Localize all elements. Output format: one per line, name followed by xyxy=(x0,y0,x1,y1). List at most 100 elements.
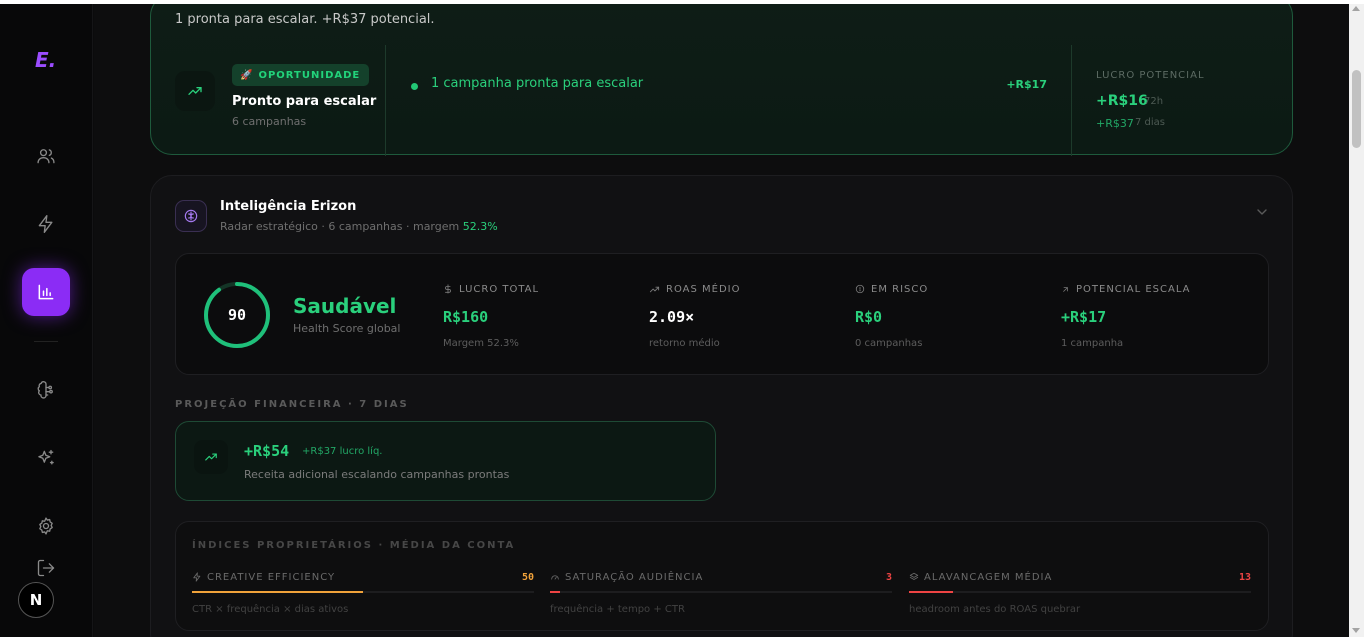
sidebar-item-users[interactable] xyxy=(22,132,70,180)
bar-chart-icon xyxy=(38,284,54,300)
opportunity-summary: 1 pronta para escalar. +R$37 potencial. xyxy=(175,12,435,27)
sidebar-item-intelligence[interactable] xyxy=(22,366,70,414)
sidebar-item-ai[interactable] xyxy=(22,434,70,482)
projection-value: +R$54 xyxy=(244,442,290,460)
health-label: Health Score global xyxy=(293,322,401,335)
index-name: SATURAÇÃO AUDIÊNCIA xyxy=(565,571,704,583)
users-icon xyxy=(37,149,55,164)
projection-label: PROJEÇÃO FINANCEIRA · 7 DIAS xyxy=(175,399,409,410)
main-content: 1 pronta para escalar. +R$37 potencial. … xyxy=(94,4,1349,637)
avatar[interactable]: N xyxy=(18,582,54,618)
potential-profit-secondary-period: 7 dias xyxy=(1135,117,1166,128)
arrow-up-right-icon xyxy=(1063,286,1068,292)
brain-icon xyxy=(184,209,198,223)
opportunity-badge-label: OPORTUNIDADE xyxy=(258,69,361,81)
proprietary-indices-panel: ÍNDICES PROPRIETÁRIOS · MÉDIA DA CONTA C… xyxy=(175,521,1269,631)
kpi-value: R$160 xyxy=(443,308,489,326)
kpi-value: R$0 xyxy=(855,308,883,326)
kpi-value: +R$17 xyxy=(1061,308,1107,326)
rocket-icon: 🚀 xyxy=(240,69,254,81)
layers-icon xyxy=(909,572,919,580)
potential-profit-period: 72h xyxy=(1144,96,1164,107)
opportunity-icon-box xyxy=(175,71,215,111)
alert-circle-icon xyxy=(855,284,865,294)
kpi-roas-medio: ROAS MÉDIO 2.09× retorno médio xyxy=(649,282,839,350)
intelligence-title: Inteligência Erizon xyxy=(220,199,357,214)
health-score-value: 90 xyxy=(227,306,247,324)
index-value: 50 xyxy=(521,571,534,583)
trend-up-icon xyxy=(188,87,202,95)
trend-up-icon xyxy=(205,453,217,461)
sidebar-item-logout[interactable] xyxy=(22,550,70,586)
opportunity-badge: 🚀 OPORTUNIDADE xyxy=(232,64,370,86)
index-name: CREATIVE EFFICIENCY xyxy=(207,571,336,583)
scrollbar-thumb[interactable] xyxy=(1352,70,1361,148)
intelligence-card: Inteligência Erizon Radar estratégico · … xyxy=(150,175,1293,637)
kpi-label: POTENCIAL ESCALA xyxy=(1076,283,1191,295)
sidebar: E. N xyxy=(0,4,93,637)
potential-profit-secondary: +R$37 xyxy=(1096,117,1134,130)
health-status: Saudável xyxy=(293,294,397,318)
kpi-sub: 0 campanhas xyxy=(855,338,923,349)
intelligence-margin: 52.3% xyxy=(462,220,498,233)
gauge-icon xyxy=(551,575,559,580)
settings-icon xyxy=(39,517,53,535)
kpi-sub: retorno médio xyxy=(649,338,720,349)
index-saturacao-audiencia: SATURAÇÃO AUDIÊNCIA 3 frequência + tempo… xyxy=(550,570,892,615)
scroll-down-arrow-icon[interactable] xyxy=(1352,628,1360,633)
kpi-sub: 1 campanha xyxy=(1061,338,1124,349)
kpi-em-risco: EM RISCO R$0 0 campanhas xyxy=(855,282,1045,350)
opportunity-title: Pronto para escalar xyxy=(232,94,377,109)
index-value: 13 xyxy=(1238,571,1251,583)
projection-description: Receita adicional escalando campanhas pr… xyxy=(244,468,510,481)
kpi-lucro-total: LUCRO TOTAL R$160 Margem 52.3% xyxy=(443,282,633,350)
sidebar-divider xyxy=(34,341,58,342)
index-fill xyxy=(909,591,954,593)
index-creative-efficiency: CREATIVE EFFICIENCY 50 CTR × frequência … xyxy=(192,570,534,615)
indices-label: ÍNDICES PROPRIETÁRIOS · MÉDIA DA CONTA xyxy=(192,540,516,551)
intelligence-subtitle: Radar estratégico · 6 campanhas · margem… xyxy=(220,220,498,233)
opportunity-subtitle: 6 campanhas xyxy=(232,115,307,128)
logout-icon xyxy=(37,559,55,577)
divider xyxy=(385,45,386,156)
index-track xyxy=(192,591,534,593)
projection-net-profit: +R$37 lucro líq. xyxy=(302,446,383,457)
index-fill xyxy=(550,591,561,593)
divider xyxy=(1071,45,1072,156)
opportunity-item-text[interactable]: 1 campanha pronta para escalar xyxy=(431,76,643,91)
index-description: CTR × frequência × dias ativos xyxy=(192,604,349,615)
zap-icon xyxy=(193,572,201,582)
sidebar-item-analytics[interactable] xyxy=(22,268,70,316)
index-track xyxy=(550,591,892,593)
opportunity-item-value: +R$17 xyxy=(1006,78,1047,91)
potential-profit-value: +R$16 xyxy=(1096,93,1148,109)
kpi-value: 2.09× xyxy=(649,308,695,326)
potential-profit-label: LUCRO POTENCIAL xyxy=(1096,70,1205,81)
page-scrollbar[interactable] xyxy=(1349,4,1364,637)
sparkles-icon xyxy=(38,449,54,465)
opportunity-card: 1 pronta para escalar. +R$37 potencial. … xyxy=(150,4,1293,156)
zap-icon xyxy=(38,215,53,233)
projection-card: +R$54 +R$37 lucro líq. Receita adicional… xyxy=(175,421,716,501)
index-track xyxy=(909,591,1251,593)
intelligence-subtitle-text: Radar estratégico · 6 campanhas · margem xyxy=(220,220,460,233)
index-description: headroom antes do ROAS quebrar xyxy=(909,604,1081,615)
index-fill xyxy=(192,591,363,593)
app-window: E. N 1 pronta para escalar. +R$37 potenc… xyxy=(0,0,1364,637)
index-alavancagem-media: ALAVANCAGEM MÉDIA 13 headroom antes do R… xyxy=(909,570,1251,615)
app-logo[interactable]: E. xyxy=(35,48,56,72)
status-dot xyxy=(411,83,418,90)
index-name: ALAVANCAGEM MÉDIA xyxy=(924,571,1053,583)
scroll-up-arrow-icon[interactable] xyxy=(1352,6,1360,11)
kpi-sub: Margem 52.3% xyxy=(443,338,519,349)
trend-up-icon xyxy=(649,286,660,292)
sidebar-item-settings[interactable] xyxy=(22,502,70,550)
index-description: frequência + tempo + CTR xyxy=(550,604,685,615)
kpi-label: ROAS MÉDIO xyxy=(666,283,741,295)
sidebar-item-automation[interactable] xyxy=(22,200,70,248)
health-score-panel: 90 Saudável Health Score global LUCRO TO… xyxy=(175,253,1269,375)
intelligence-icon-box xyxy=(175,200,207,232)
kpi-potencial-escala: POTENCIAL ESCALA +R$17 1 campanha xyxy=(1061,282,1251,350)
kpi-label: LUCRO TOTAL xyxy=(459,283,540,295)
chevron-down-icon[interactable] xyxy=(1256,208,1268,216)
